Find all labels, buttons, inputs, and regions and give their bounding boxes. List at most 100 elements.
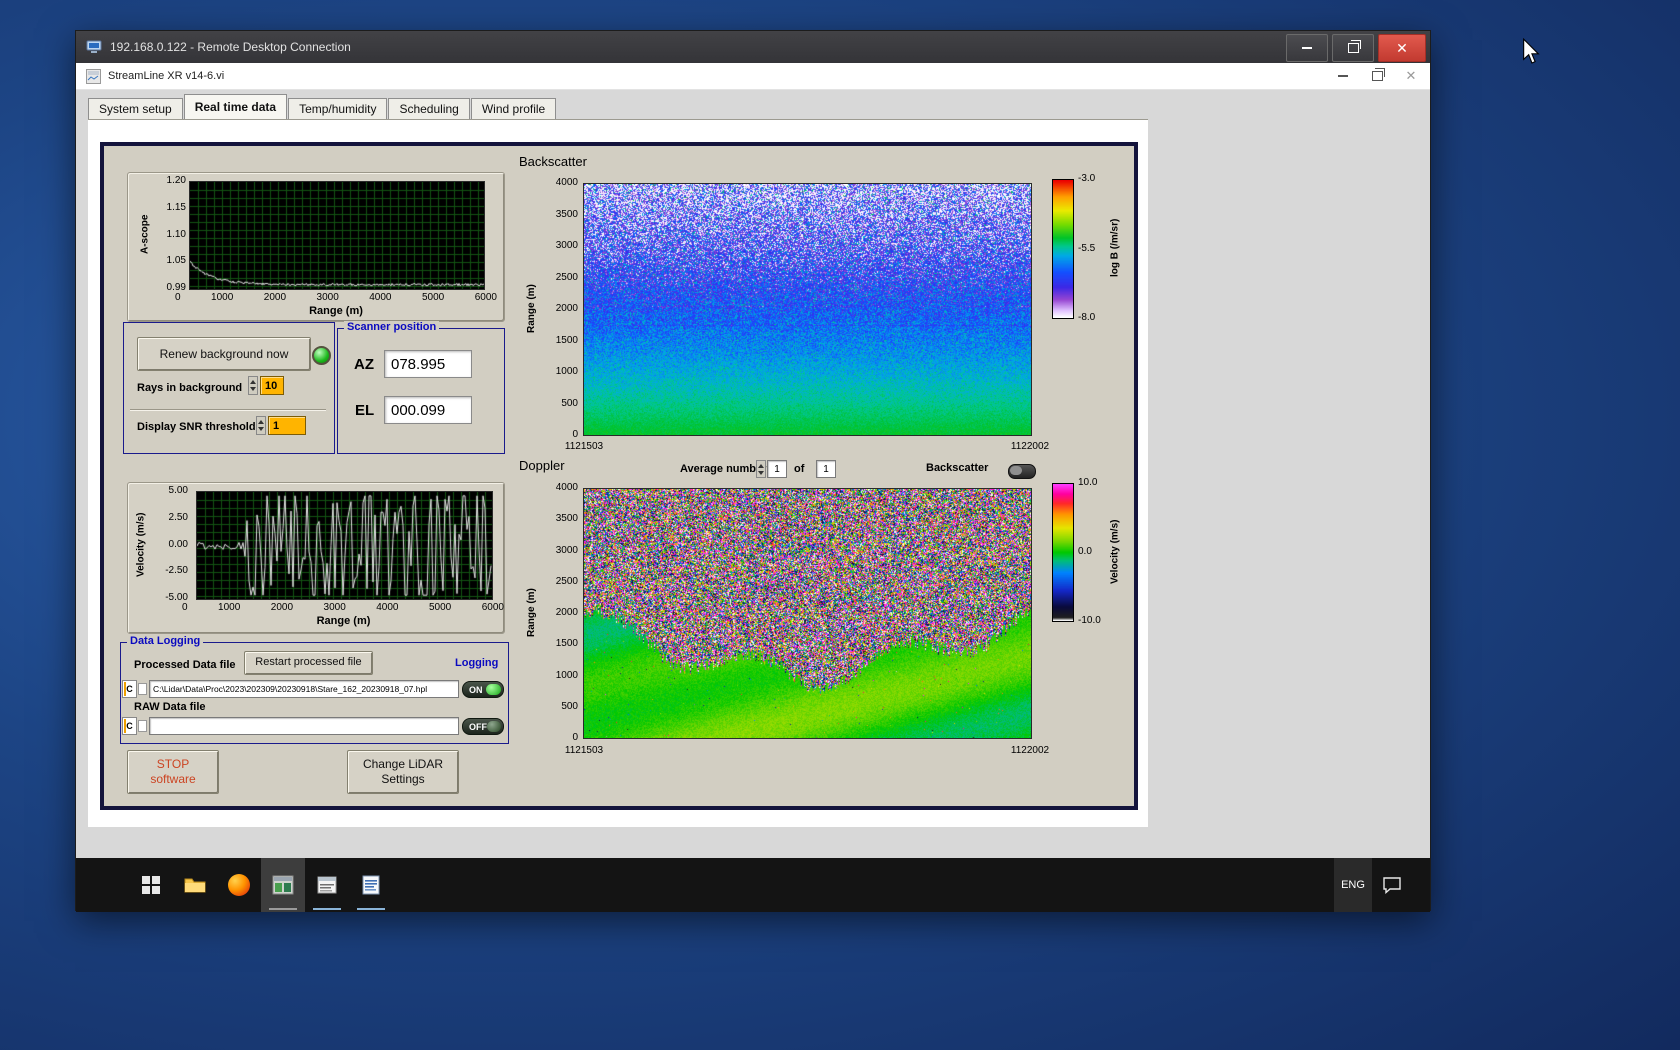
app-restore-button[interactable]	[1360, 63, 1394, 89]
on-indicator-icon	[486, 684, 501, 695]
tick-label: 3500	[555, 513, 578, 525]
app-window-controls: ✕	[1326, 63, 1428, 89]
tick-label: 2500	[555, 575, 578, 587]
decrement-icon	[258, 427, 264, 431]
tab-real-time-data[interactable]: Real time data	[183, 94, 288, 119]
tick-label: 10.0	[1078, 477, 1098, 488]
rdp-restore-button[interactable]	[1332, 34, 1374, 62]
tick-label: 1.05	[166, 255, 186, 267]
rdp-window-title: 192.168.0.122 - Remote Desktop Connectio…	[110, 40, 351, 54]
stop-line2: software	[150, 772, 196, 786]
a-scope-plot-canvas	[189, 181, 485, 290]
app-close-button[interactable]: ✕	[1394, 63, 1428, 89]
tick-label: 1.10	[166, 228, 186, 240]
text-editor-button[interactable]	[349, 858, 393, 912]
tick-label: 3000	[316, 292, 339, 303]
renew-background-button[interactable]: Renew background now	[137, 337, 311, 371]
drive-letter: C	[126, 721, 133, 731]
tab-page-real-time-data: A-scope 1.20 1.15 1.10 1.05 0.99 0 1000 2000 30…	[88, 119, 1148, 827]
processed-drive-selector[interactable]: C	[122, 680, 137, 698]
raw-logging-switch[interactable]: OFF	[462, 718, 504, 735]
file-icon	[138, 683, 147, 695]
language-indicator[interactable]: ENG	[1334, 858, 1372, 912]
tick-label: 0	[182, 602, 188, 613]
processed-logging-switch[interactable]: ON	[462, 681, 504, 698]
tick-label: 1000	[555, 669, 578, 681]
change-lidar-settings-button[interactable]: Change LiDAR Settings	[347, 750, 459, 794]
scan-scheduler-button[interactable]	[305, 858, 349, 912]
tick-label: 5.00	[168, 485, 188, 496]
background-controls-group: Renew background now Rays in background …	[123, 322, 335, 454]
file-explorer-button[interactable]	[173, 858, 217, 912]
tab-wind-profile[interactable]: Wind profile	[470, 98, 557, 119]
scan-scheduler-icon	[317, 876, 337, 894]
action-center-button[interactable]	[1378, 858, 1406, 912]
backscatter-x-end: 1122002	[1010, 441, 1050, 452]
raw-drive-selector[interactable]: C	[122, 717, 137, 735]
data-logging-title: Data Logging	[127, 635, 204, 647]
tick-label: 6000	[474, 292, 497, 303]
doppler-y-axis-label: Range (m)	[526, 588, 537, 637]
close-icon: ✕	[1396, 40, 1408, 56]
tab-temp-humidity[interactable]: Temp/humidity	[288, 98, 388, 119]
tick-label: -3.0	[1078, 173, 1096, 184]
rdp-close-button[interactable]: ✕	[1378, 34, 1426, 62]
doppler-x-end: 1122002	[1010, 745, 1050, 756]
open-app-indicator	[313, 908, 341, 910]
snr-spinner[interactable]	[256, 416, 266, 435]
tick-label: -8.0	[1078, 312, 1096, 323]
tab-scheduling[interactable]: Scheduling	[388, 98, 470, 119]
rdp-minimize-button[interactable]	[1286, 34, 1328, 62]
off-indicator-icon	[487, 721, 501, 732]
rdp-titlebar[interactable]: 192.168.0.122 - Remote Desktop Connectio…	[76, 31, 1430, 63]
backscatter-x-start: 1121503	[564, 441, 604, 452]
raw-data-file-path[interactable]	[149, 717, 459, 735]
remote-desktop-icon	[86, 40, 102, 53]
tick-label: 3500	[555, 208, 578, 220]
restart-processed-file-button[interactable]: Restart processed file	[244, 651, 373, 675]
streamline-app-button[interactable]	[261, 858, 305, 912]
processed-data-file-label: Processed Data file	[134, 659, 236, 671]
change-line1: Change LiDAR	[362, 757, 444, 771]
velocity-y-axis-label: Velocity (m/s)	[135, 512, 147, 577]
az-label: AZ	[354, 356, 374, 373]
rays-in-background-value[interactable]: 10	[260, 376, 284, 395]
az-value: 078.995	[384, 350, 472, 378]
a-scope-y-axis-label: A-scope	[139, 214, 151, 255]
processed-data-file-path[interactable]: C:\Lidar\Data\Proc\2023\202309\20230918\…	[149, 680, 459, 698]
backscatter-toggle-label: Backscatter	[926, 462, 989, 474]
tab-system-setup[interactable]: System setup	[88, 98, 183, 119]
average-number-spinner[interactable]	[756, 460, 766, 478]
restore-icon	[1371, 68, 1385, 81]
backscatter-display-toggle[interactable]	[1008, 464, 1036, 479]
open-app-indicator	[357, 908, 385, 910]
average-number-label: Average number	[680, 463, 767, 475]
tick-label: 1000	[211, 292, 234, 303]
rays-spinner[interactable]	[248, 376, 258, 395]
tick-label: 2000	[263, 292, 287, 303]
app-icon	[86, 68, 101, 84]
tab-label: Temp/humidity	[299, 102, 377, 116]
app-minimize-button[interactable]	[1326, 63, 1360, 89]
tick-label: 0	[572, 429, 578, 440]
app-titlebar[interactable]: StreamLine XR v14-6.vi ✕	[76, 63, 1430, 90]
start-button[interactable]	[129, 858, 173, 912]
backscatter-heatmap-canvas	[583, 183, 1032, 436]
tick-label: 1500	[555, 638, 578, 650]
average-number-value[interactable]: 1	[767, 460, 787, 478]
switch-state-label: OFF	[469, 721, 487, 732]
firefox-button[interactable]	[217, 858, 261, 912]
increment-icon	[758, 463, 764, 468]
tick-label: 2.50	[168, 511, 188, 523]
of-label: of	[794, 463, 805, 475]
average-total-value[interactable]: 1	[816, 460, 836, 478]
close-icon: ✕	[1405, 68, 1417, 83]
tick-label: 3000	[555, 240, 578, 251]
doppler-heatmap-canvas	[583, 488, 1032, 739]
tick-label: -5.5	[1078, 242, 1096, 254]
tick-label: 1.20	[166, 175, 186, 186]
tick-label: 1000	[218, 602, 241, 613]
doppler-title: Doppler	[519, 458, 565, 473]
snr-threshold-value[interactable]: 1	[268, 416, 306, 435]
stop-software-button[interactable]: STOP software	[127, 750, 219, 794]
